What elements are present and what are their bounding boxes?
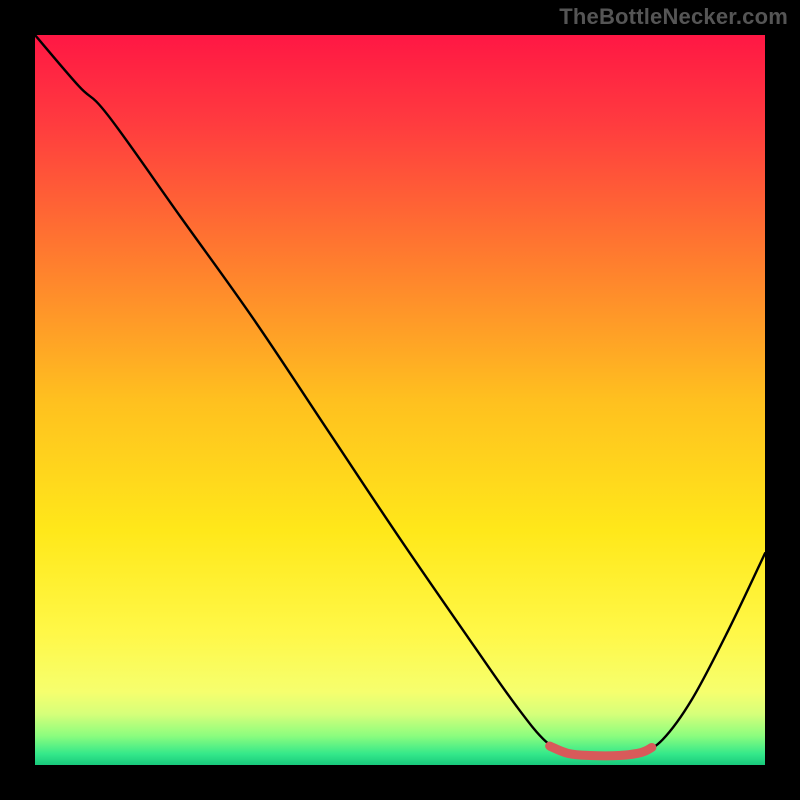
gradient-background bbox=[35, 35, 765, 765]
bottleneck-curve-chart bbox=[35, 35, 765, 765]
chart-container: TheBottleNecker.com bbox=[0, 0, 800, 800]
watermark-text: TheBottleNecker.com bbox=[559, 4, 788, 30]
plot-area bbox=[35, 35, 765, 765]
